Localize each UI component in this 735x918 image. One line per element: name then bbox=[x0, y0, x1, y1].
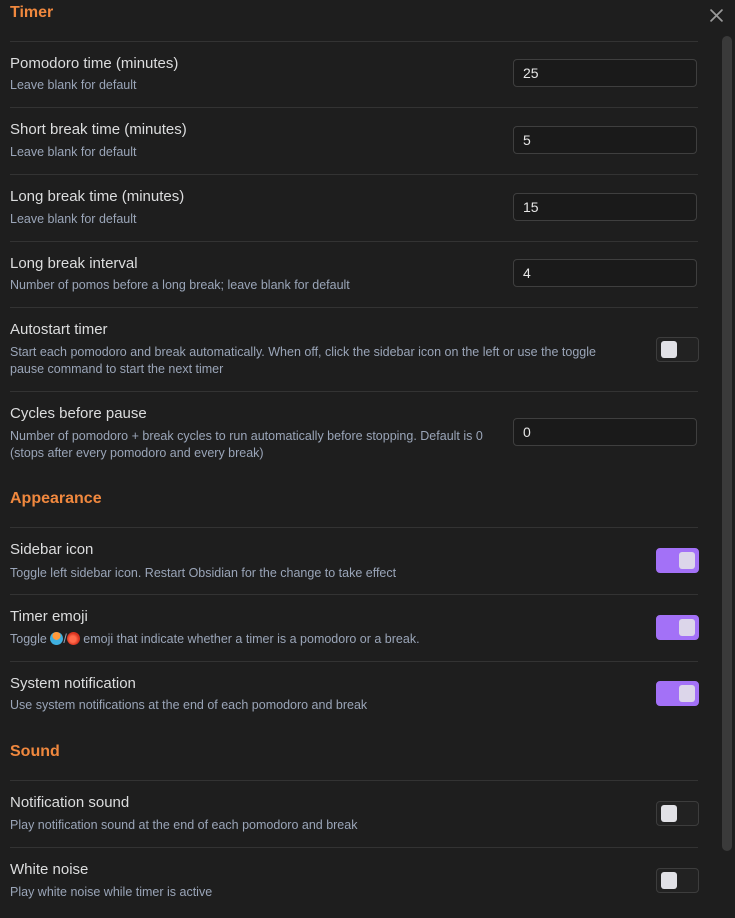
close-button[interactable] bbox=[706, 4, 726, 26]
divider bbox=[10, 241, 698, 242]
setting-title: Notification sound bbox=[10, 794, 130, 811]
divider bbox=[10, 661, 698, 662]
setting-description: Number of pomodoro + break cycles to run… bbox=[10, 429, 483, 460]
setting-title: Cycles before pause bbox=[10, 405, 147, 422]
tomato-icon bbox=[66, 632, 80, 645]
section-heading-sound: Sound bbox=[10, 743, 60, 760]
divider bbox=[10, 307, 698, 308]
setting-title: Short break time (minutes) bbox=[10, 121, 187, 138]
divider bbox=[10, 174, 698, 175]
beach-umbrella-icon bbox=[50, 632, 64, 645]
setting-description: Leave blank for default bbox=[10, 212, 137, 226]
description-text: Toggle bbox=[10, 632, 51, 646]
section-heading-appearance: Appearance bbox=[10, 490, 102, 507]
setting-white-noise: White noise Play white noise while timer… bbox=[10, 861, 700, 914]
setting-description: Leave blank for default bbox=[10, 145, 137, 159]
setting-description: Play white noise while timer is active bbox=[10, 885, 213, 899]
setting-sidebar-icon: Sidebar icon Toggle left sidebar icon. R… bbox=[10, 541, 700, 594]
setting-title: Timer emoji bbox=[10, 608, 88, 625]
setting-title: Long break time (minutes) bbox=[10, 188, 185, 205]
close-icon bbox=[709, 8, 723, 22]
setting-title: Sidebar icon bbox=[10, 541, 94, 558]
toggle-knob bbox=[679, 619, 695, 636]
setting-description: Number of pomos before a long break; lea… bbox=[10, 278, 350, 292]
setting-long-break-interval: Long break interval Number of pomos befo… bbox=[10, 255, 700, 307]
divider bbox=[10, 594, 698, 595]
toggle-knob bbox=[661, 341, 677, 358]
setting-title: Autostart timer bbox=[10, 321, 108, 338]
setting-long-break-time: Long break time (minutes) Leave blank fo… bbox=[10, 188, 700, 241]
setting-description: Toggle / emoji that indicate whether a t… bbox=[10, 631, 420, 648]
scrollbar-thumb[interactable] bbox=[722, 36, 732, 851]
setting-title: System notification bbox=[10, 675, 136, 692]
description-text: emoji that indicate whether a timer is a… bbox=[79, 632, 420, 646]
setting-title: White noise bbox=[10, 861, 89, 878]
autostart-timer-toggle[interactable] bbox=[656, 337, 699, 362]
notification-sound-toggle[interactable] bbox=[656, 801, 699, 826]
setting-system-notification: System notification Use system notificat… bbox=[10, 675, 700, 728]
long-break-time-input[interactable] bbox=[513, 193, 697, 221]
setting-timer-emoji: Timer emoji Toggle / emoji that indicate… bbox=[10, 608, 700, 661]
setting-description: Toggle left sidebar icon. Restart Obsidi… bbox=[10, 566, 397, 580]
timer-emoji-toggle[interactable] bbox=[656, 615, 699, 640]
settings-panel: Timer Pomodoro time (minutes) Leave blan… bbox=[0, 0, 718, 918]
toggle-knob bbox=[661, 872, 677, 889]
divider bbox=[10, 391, 698, 392]
setting-autostart-timer: Autostart timer Start each pomodoro and … bbox=[10, 321, 700, 391]
setting-description: Play notification sound at the end of ea… bbox=[10, 818, 358, 832]
setting-description: Leave blank for default bbox=[10, 78, 137, 92]
setting-description: Start each pomodoro and break automatica… bbox=[10, 345, 596, 376]
toggle-knob bbox=[661, 805, 677, 822]
toggle-knob bbox=[679, 685, 695, 702]
divider bbox=[10, 780, 698, 781]
setting-short-break-time: Short break time (minutes) Leave blank f… bbox=[10, 121, 700, 174]
setting-cycles-before-pause: Cycles before pause Number of pomodoro +… bbox=[10, 405, 700, 475]
section-heading-timer: Timer bbox=[10, 4, 54, 21]
cycles-before-pause-input[interactable] bbox=[513, 418, 697, 446]
divider bbox=[10, 107, 698, 108]
setting-description: Use system notifications at the end of e… bbox=[10, 698, 368, 712]
long-break-interval-input[interactable] bbox=[513, 259, 697, 287]
divider bbox=[10, 847, 698, 848]
setting-pomodoro-time: Pomodoro time (minutes) Leave blank for … bbox=[10, 55, 700, 107]
toggle-knob bbox=[679, 552, 695, 569]
divider bbox=[10, 41, 698, 42]
setting-notification-sound: Notification sound Play notification sou… bbox=[10, 794, 700, 847]
white-noise-toggle[interactable] bbox=[656, 868, 699, 893]
short-break-time-input[interactable] bbox=[513, 126, 697, 154]
setting-title: Pomodoro time (minutes) bbox=[10, 55, 179, 72]
system-notification-toggle[interactable] bbox=[656, 681, 699, 706]
pomodoro-time-input[interactable] bbox=[513, 59, 697, 87]
sidebar-icon-toggle[interactable] bbox=[656, 548, 699, 573]
setting-title: Long break interval bbox=[10, 255, 138, 272]
divider bbox=[10, 527, 698, 528]
